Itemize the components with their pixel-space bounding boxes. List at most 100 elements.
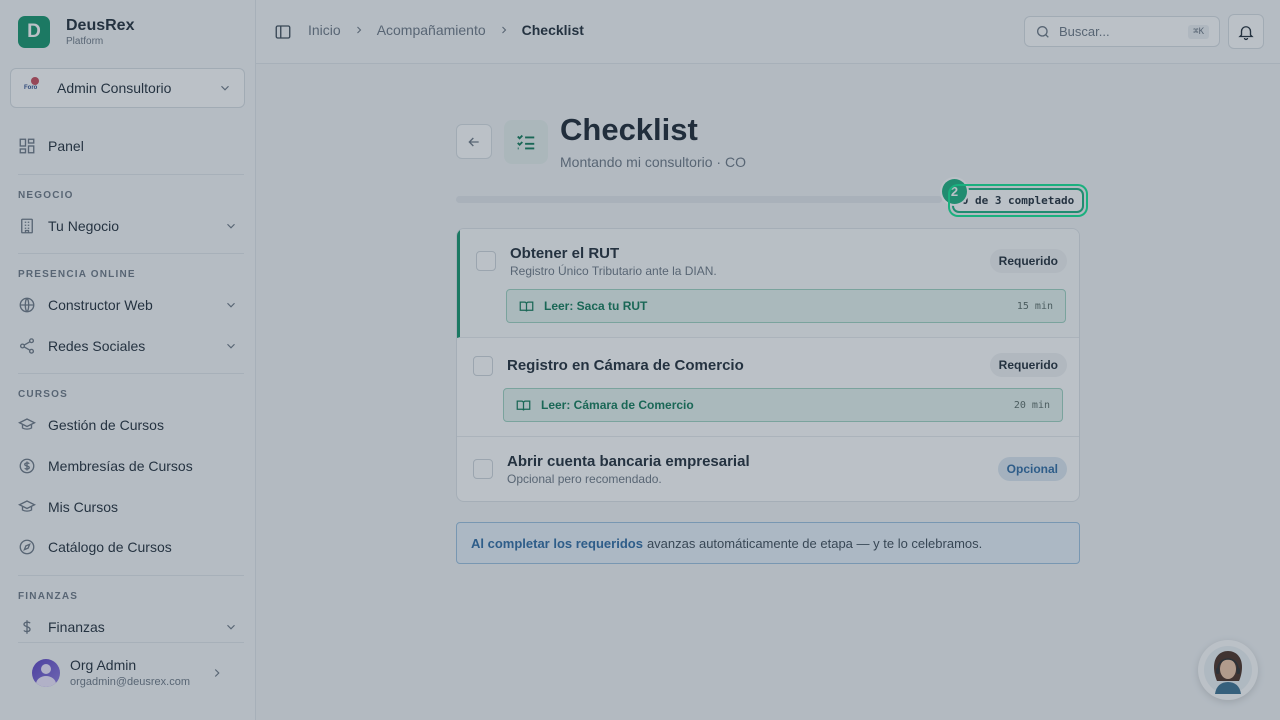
top-header: Inicio Acompañamiento Checklist ⌘K xyxy=(256,0,1280,64)
progress-bar xyxy=(456,196,942,203)
search-box[interactable]: ⌘K xyxy=(1024,16,1220,47)
assistant-avatar-icon xyxy=(1204,646,1252,694)
brand-logo: D xyxy=(18,16,50,48)
sidebar-item-panel[interactable]: Panel xyxy=(18,131,238,161)
task-checkbox[interactable] xyxy=(473,459,493,479)
sidebar-item-label: Finanzas xyxy=(48,619,105,635)
sidebar-item-label: Redes Sociales xyxy=(48,338,146,354)
building-icon xyxy=(21,218,33,234)
section-title-negocio: NEGOCIO xyxy=(18,190,74,201)
sidebar-item-constructor-web[interactable]: Constructor Web xyxy=(18,290,238,320)
assistant-button[interactable] xyxy=(1198,640,1258,700)
breadcrumb: Inicio Acompañamiento Checklist xyxy=(308,22,584,38)
checklist-item: Obtener el RUT Registro Único Tributario… xyxy=(457,229,1079,338)
checklist-item: Registro en Cámara de Comercio Requerido… xyxy=(457,338,1079,437)
optional-badge: Opcional xyxy=(997,457,1067,481)
sidebar-item-membresias[interactable]: Membresías de Cursos xyxy=(18,451,238,481)
dollar-icon xyxy=(23,620,31,634)
resource-link[interactable]: Leer: Cámara de Comercio 20 min xyxy=(503,388,1063,422)
org-logo-text: Foro xyxy=(24,85,38,91)
section-title-cursos: CURSOS xyxy=(18,389,68,400)
required-badge: Requerido xyxy=(989,353,1067,377)
chevron-right-icon xyxy=(214,668,220,677)
org-name: Admin Consultorio xyxy=(57,80,172,96)
breadcrumb-parent[interactable]: Acompañamiento xyxy=(377,22,486,38)
compass-icon xyxy=(19,539,35,555)
progress-label: 0 de 3 completado xyxy=(952,188,1084,213)
search-shortcut: ⌘K xyxy=(1188,24,1209,39)
sidebar-item-catalogo[interactable]: Catálogo de Cursos xyxy=(18,532,238,562)
checklist-page-icon xyxy=(504,120,548,164)
dollar-circle-icon xyxy=(19,458,35,474)
arrow-left-icon xyxy=(468,137,479,146)
sidebar-item-label: Constructor Web xyxy=(48,297,153,313)
sidebar-item-label: Mis Cursos xyxy=(48,499,119,515)
resource-title: Leer: Saca tu RUT xyxy=(544,299,648,313)
resource-link[interactable]: Leer: Saca tu RUT 15 min xyxy=(506,289,1066,323)
sidebar-item-label: Gestión de Cursos xyxy=(48,417,164,433)
brand-subtitle: Platform xyxy=(66,35,104,47)
page-title: Checklist xyxy=(560,112,698,147)
org-selector[interactable]: Foro Admin Consultorio xyxy=(10,68,245,108)
avatar xyxy=(32,658,60,687)
resource-time: 20 min xyxy=(1013,399,1050,411)
sidebar-item-finanzas[interactable]: Finanzas xyxy=(18,612,238,642)
page-subtitle: Montando mi consultorio · CO xyxy=(560,154,746,170)
chevron-right-icon xyxy=(501,26,506,34)
task-checkbox[interactable] xyxy=(473,356,493,376)
sidebar-divider xyxy=(18,373,244,374)
step-badge: 2 xyxy=(942,179,967,204)
share-icon xyxy=(19,338,35,354)
sidebar-item-redes-sociales[interactable]: Redes Sociales xyxy=(18,331,238,361)
globe-icon xyxy=(19,297,35,313)
sidebar-divider xyxy=(18,253,244,254)
brand[interactable]: D DeusRex Platform xyxy=(18,16,134,48)
checklist-card: Obtener el RUT Registro Único Tributario… xyxy=(456,228,1080,502)
graduation-cap-icon xyxy=(18,418,36,430)
sidebar-toggle-icon[interactable] xyxy=(274,23,292,41)
dashboard-icon xyxy=(19,138,35,154)
back-button[interactable] xyxy=(456,124,492,159)
book-open-icon xyxy=(516,400,531,411)
sidebar-item-mis-cursos[interactable]: Mis Cursos xyxy=(18,492,238,522)
sidebar-item-label: Tu Negocio xyxy=(48,218,120,234)
required-badge: Requerido xyxy=(989,249,1067,273)
chevron-down-icon xyxy=(227,624,235,630)
breadcrumb-current: Checklist xyxy=(521,22,584,38)
search-input[interactable] xyxy=(1059,24,1181,39)
user-menu[interactable]: Org Admin orgadmin@deusrex.com xyxy=(18,642,244,702)
info-notice: Al completar los requeridos avanzas auto… xyxy=(456,522,1080,564)
bell-icon xyxy=(1238,25,1254,40)
task-title: Abrir cuenta bancaria empresarial xyxy=(507,453,750,470)
task-description: Registro Único Tributario ante la DIAN. xyxy=(510,264,717,278)
breadcrumb-home[interactable]: Inicio xyxy=(308,22,341,38)
brand-name: DeusRex xyxy=(66,16,135,34)
section-title-presencia: PRESENCIA ONLINE xyxy=(18,269,136,280)
sidebar-item-label: Catálogo de Cursos xyxy=(48,539,172,555)
list-checks-icon xyxy=(517,134,535,150)
chevron-down-icon xyxy=(227,302,235,308)
sidebar-item-gestion-cursos[interactable]: Gestión de Cursos xyxy=(18,410,238,440)
user-name: Org Admin xyxy=(70,656,137,673)
sidebar-divider xyxy=(18,575,244,576)
chevron-down-icon xyxy=(227,343,235,349)
sidebar: D DeusRex Platform Foro Admin Consultori… xyxy=(0,0,256,720)
search-icon xyxy=(1037,25,1049,38)
notice-highlight: Al completar los requeridos xyxy=(471,535,643,551)
org-logo: Foro xyxy=(23,76,47,100)
sidebar-item-label: Membresías de Cursos xyxy=(48,458,193,474)
chevron-down-icon xyxy=(221,85,229,91)
task-title: Registro en Cámara de Comercio xyxy=(507,357,744,374)
notice-text: avanzas automáticamente de etapa — y te … xyxy=(646,535,983,551)
section-title-finanzas: FINANZAS xyxy=(18,591,79,602)
task-checkbox[interactable] xyxy=(476,251,496,271)
sidebar-item-tu-negocio[interactable]: Tu Negocio xyxy=(18,211,238,241)
chevron-right-icon xyxy=(356,26,361,34)
book-open-icon xyxy=(519,301,534,312)
user-email: orgadmin@deusrex.com xyxy=(70,675,190,688)
checklist-item: Abrir cuenta bancaria empresarial Opcion… xyxy=(457,437,1079,501)
task-description: Opcional pero recomendado. xyxy=(507,472,662,486)
resource-time: 15 min xyxy=(1016,300,1053,312)
notifications-button[interactable] xyxy=(1228,14,1264,49)
resource-title: Leer: Cámara de Comercio xyxy=(541,398,694,412)
